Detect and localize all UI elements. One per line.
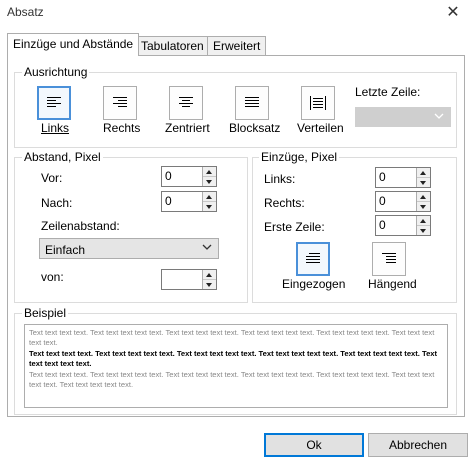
- indent-first-line-icon: [306, 253, 320, 263]
- spin-down-icon[interactable]: [203, 176, 216, 186]
- first-line-label: Erste Zeile:: [264, 220, 325, 234]
- hanging-label: Hängend: [368, 277, 417, 291]
- align-right-icon: [113, 97, 127, 107]
- preview-group-label: Beispiel: [22, 306, 69, 320]
- before-spinner[interactable]: 0: [161, 166, 217, 187]
- tab-indents-spacing[interactable]: Einzüge und Abstände: [7, 33, 140, 56]
- align-left-button[interactable]: [37, 86, 71, 120]
- last-line-label: Letzte Zeile:: [355, 85, 421, 99]
- of-spinner[interactable]: [161, 269, 217, 290]
- first-line-spinner[interactable]: 0: [375, 215, 431, 236]
- align-left-icon: [47, 97, 61, 107]
- line-spacing-select[interactable]: Einfach: [39, 238, 219, 259]
- spin-down-icon[interactable]: [203, 279, 216, 289]
- before-label: Vor:: [41, 171, 63, 185]
- close-icon: ✕: [446, 4, 460, 21]
- align-left-label: Links: [41, 121, 70, 135]
- indent-right-spinner[interactable]: 0: [375, 191, 431, 212]
- alignment-group-label: Ausrichtung: [22, 65, 90, 79]
- indented-label: Eingezogen: [282, 277, 346, 291]
- ok-button[interactable]: Ok: [264, 433, 364, 457]
- indent-left-spinner[interactable]: 0: [375, 167, 431, 188]
- after-label: Nach:: [41, 196, 73, 210]
- chevron-down-icon: [434, 113, 444, 119]
- align-right-label: Rechts: [103, 121, 141, 135]
- preview-text-current: Text text text text. Text text text text…: [29, 349, 438, 368]
- spin-up-icon[interactable]: [203, 192, 216, 202]
- indent-left-label: Links:: [264, 172, 296, 186]
- align-justify-icon: [245, 97, 259, 107]
- indent-hanging-icon: [382, 253, 396, 263]
- align-center-icon: [179, 97, 193, 107]
- preview-box: Text text text text. Text text text text…: [24, 324, 448, 408]
- preview-text-before: Text text text text. Text text text text…: [29, 328, 435, 347]
- preview-text-after: Text text text text. Text text text text…: [29, 370, 435, 389]
- spin-up-icon[interactable]: [203, 270, 216, 280]
- align-distribute-button[interactable]: [301, 86, 335, 120]
- align-center-button[interactable]: [169, 86, 203, 120]
- spin-down-icon[interactable]: [417, 201, 430, 211]
- align-distribute-icon: [310, 96, 326, 110]
- spin-down-icon[interactable]: [417, 225, 430, 235]
- tab-tabulators[interactable]: Tabulatoren: [135, 36, 210, 55]
- close-button[interactable]: ✕: [442, 2, 464, 24]
- cancel-button[interactable]: Abbrechen: [368, 433, 468, 457]
- align-center-label: Zentriert: [165, 121, 210, 135]
- indented-button[interactable]: [296, 242, 330, 276]
- indents-group-label: Einzüge, Pixel: [259, 150, 340, 164]
- after-spinner[interactable]: 0: [161, 191, 217, 212]
- last-line-select[interactable]: [355, 107, 451, 127]
- spin-down-icon[interactable]: [417, 177, 430, 187]
- tab-advanced[interactable]: Erweitert: [207, 36, 267, 55]
- spin-down-icon[interactable]: [203, 201, 216, 211]
- spin-up-icon[interactable]: [417, 216, 430, 226]
- align-distribute-label: Verteilen: [297, 121, 344, 135]
- line-spacing-label: Zeilenabstand:: [41, 219, 120, 233]
- indent-right-label: Rechts:: [264, 196, 305, 210]
- dialog-title: Absatz: [7, 5, 44, 19]
- align-justify-label: Blocksatz: [229, 121, 281, 135]
- hanging-button[interactable]: [372, 242, 406, 276]
- spacing-group-label: Abstand, Pixel: [22, 150, 103, 164]
- align-right-button[interactable]: [103, 86, 137, 120]
- of-label: von:: [41, 270, 64, 284]
- chevron-down-icon: [202, 244, 212, 250]
- align-justify-button[interactable]: [235, 86, 269, 120]
- spin-up-icon[interactable]: [203, 167, 216, 177]
- spin-up-icon[interactable]: [417, 192, 430, 202]
- spin-up-icon[interactable]: [417, 168, 430, 178]
